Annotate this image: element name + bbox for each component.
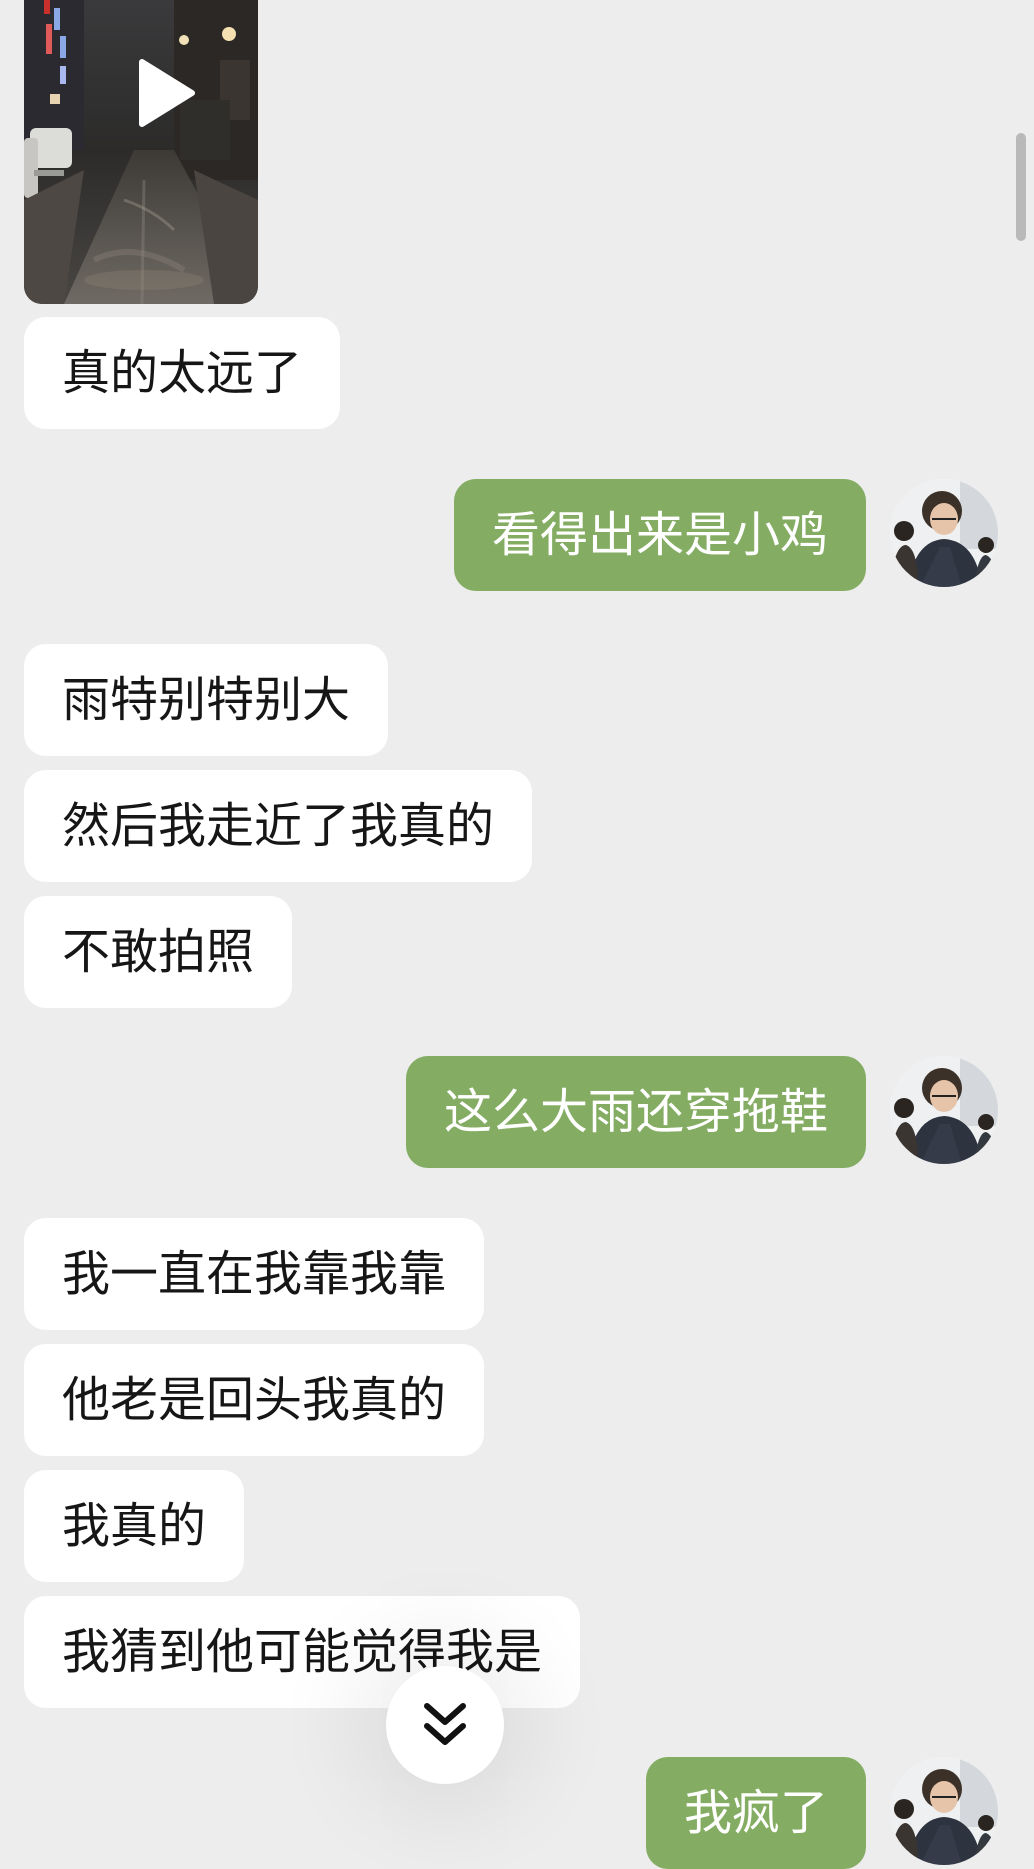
chat-message-list[interactable]: 真的太远了 看得出来是小鸡 雨特别特别大 然后我走近了我真的 不敢拍照 这么大雨… [0, 0, 1034, 1869]
incoming-message-bubble[interactable]: 他老是回头我真的 [24, 1344, 485, 1456]
incoming-message-bubble[interactable]: 然后我走近了我真的 [24, 770, 533, 882]
user-avatar[interactable] [890, 479, 998, 587]
outgoing-message-bubble[interactable]: 看得出来是小鸡 [453, 479, 866, 591]
video-message-thumbnail[interactable] [24, 0, 258, 304]
scroll-to-bottom-button[interactable] [386, 1666, 504, 1784]
incoming-message-bubble[interactable]: 我一直在我靠我靠 [24, 1218, 485, 1330]
incoming-message-bubble[interactable]: 真的太远了 [24, 317, 341, 429]
rainy-street-image [24, 0, 258, 304]
outgoing-message-bubble[interactable]: 这么大雨还穿拖鞋 [405, 1056, 866, 1168]
play-icon[interactable] [136, 58, 196, 128]
double-chevron-down-icon [424, 1703, 466, 1745]
incoming-message-bubble[interactable]: 雨特别特别大 [24, 644, 389, 756]
scrollbar-thumb[interactable] [1016, 133, 1026, 241]
incoming-message-bubble[interactable]: 我真的 [24, 1470, 245, 1582]
incoming-message-bubble[interactable]: 不敢拍照 [24, 896, 293, 1008]
user-avatar[interactable] [890, 1757, 998, 1865]
outgoing-message-bubble[interactable]: 我疯了 [645, 1757, 866, 1869]
user-avatar[interactable] [890, 1056, 998, 1164]
incoming-message-bubble[interactable]: 我猜到他可能觉得我是 [24, 1596, 581, 1708]
